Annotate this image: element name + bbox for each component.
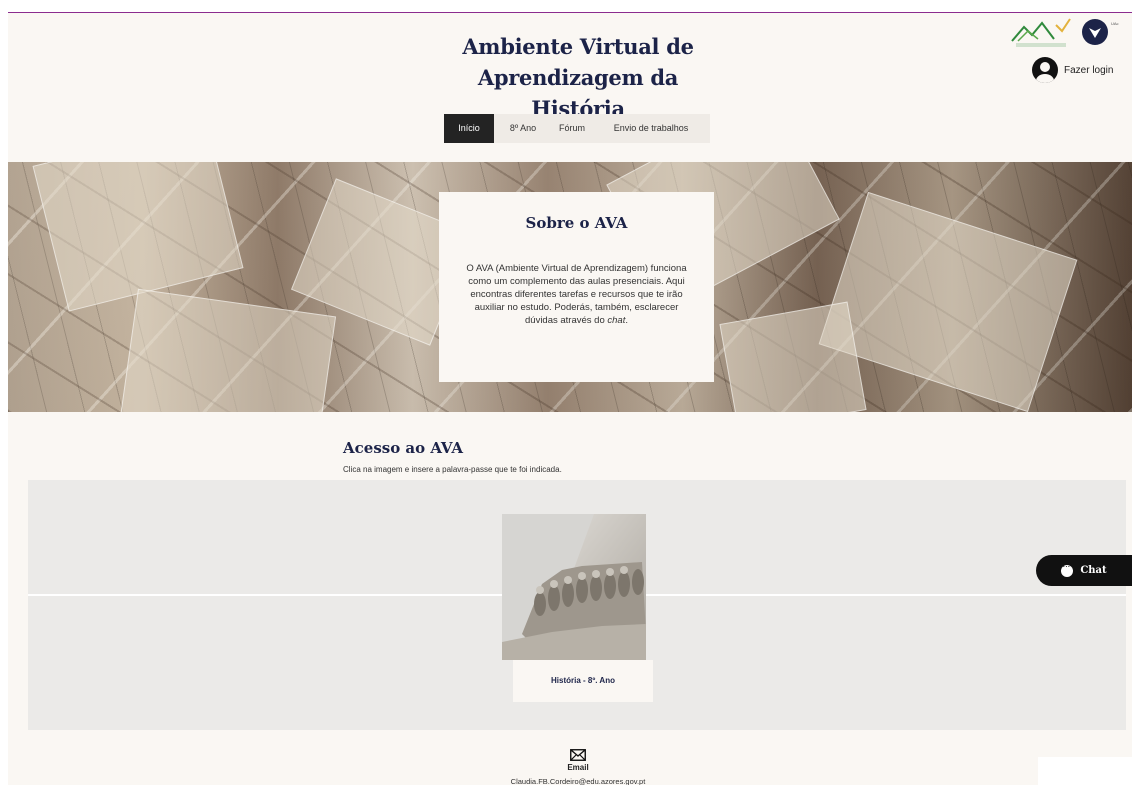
- course-card-caption[interactable]: História - 8º. Ano: [513, 660, 653, 702]
- ebs-nordeste-logo: [1011, 18, 1071, 47]
- about-text-end: .: [625, 315, 628, 326]
- padrao-descobrimentos-image: [502, 514, 646, 660]
- monument-image[interactable]: [502, 514, 646, 660]
- access-gallery: História - 8º. Ano: [28, 480, 1126, 730]
- about-text-chat: chat: [607, 315, 626, 326]
- nav-item-inicio[interactable]: Início: [444, 114, 494, 143]
- about-text-main: O AVA (Ambiente Virtual de Aprendizagem)…: [466, 263, 687, 326]
- nav-item-forum[interactable]: Fórum: [552, 114, 592, 143]
- nav-item-8-ano[interactable]: 8º Ano: [494, 114, 552, 143]
- main-nav: Início 8º Ano Fórum Envio de trabalhos: [444, 114, 710, 143]
- chat-bubble-icon: [1061, 561, 1074, 577]
- hero-map-sheet: [119, 288, 337, 412]
- corner-overlay: [1038, 757, 1132, 785]
- about-card: Sobre o AVA O AVA (Ambiente Virtual de A…: [439, 192, 714, 382]
- chat-button[interactable]: Chat: [1036, 555, 1132, 586]
- footer-email-address[interactable]: Claudia.FB.Cordeiro@edu.azores.gov.pt: [478, 777, 678, 785]
- chat-label: Chat: [1080, 565, 1107, 576]
- footer-email-label: Email: [567, 763, 589, 772]
- nav-item-envio-trabalhos[interactable]: Envio de trabalhos: [592, 114, 710, 143]
- login-label: Fazer login: [1064, 64, 1114, 76]
- access-title: Acesso ao AVA: [343, 439, 464, 457]
- envelope-icon[interactable]: [570, 749, 586, 761]
- avatar-icon: [1032, 57, 1058, 83]
- uac-emblem-icon: [1089, 28, 1101, 38]
- login-button[interactable]: Fazer login: [1032, 56, 1113, 84]
- hero-map-sheet: [719, 301, 867, 412]
- about-text: O AVA (Ambiente Virtual de Aprendizagem)…: [462, 262, 692, 327]
- site-title: Ambiente Virtual de Aprendizagem da Hist…: [462, 34, 694, 121]
- partner-logos: UAc: [1010, 17, 1128, 49]
- uac-logo-text: UAc: [1111, 21, 1119, 26]
- about-title: Sobre o AVA: [525, 214, 628, 232]
- course-card-historia-8[interactable]: História - 8º. Ano: [502, 514, 653, 702]
- page: Ambiente Virtual de Aprendizagem da Hist…: [8, 12, 1132, 785]
- uac-logo: [1082, 19, 1108, 45]
- access-subtitle: Clica na imagem e insere a palavra-passe…: [343, 465, 562, 474]
